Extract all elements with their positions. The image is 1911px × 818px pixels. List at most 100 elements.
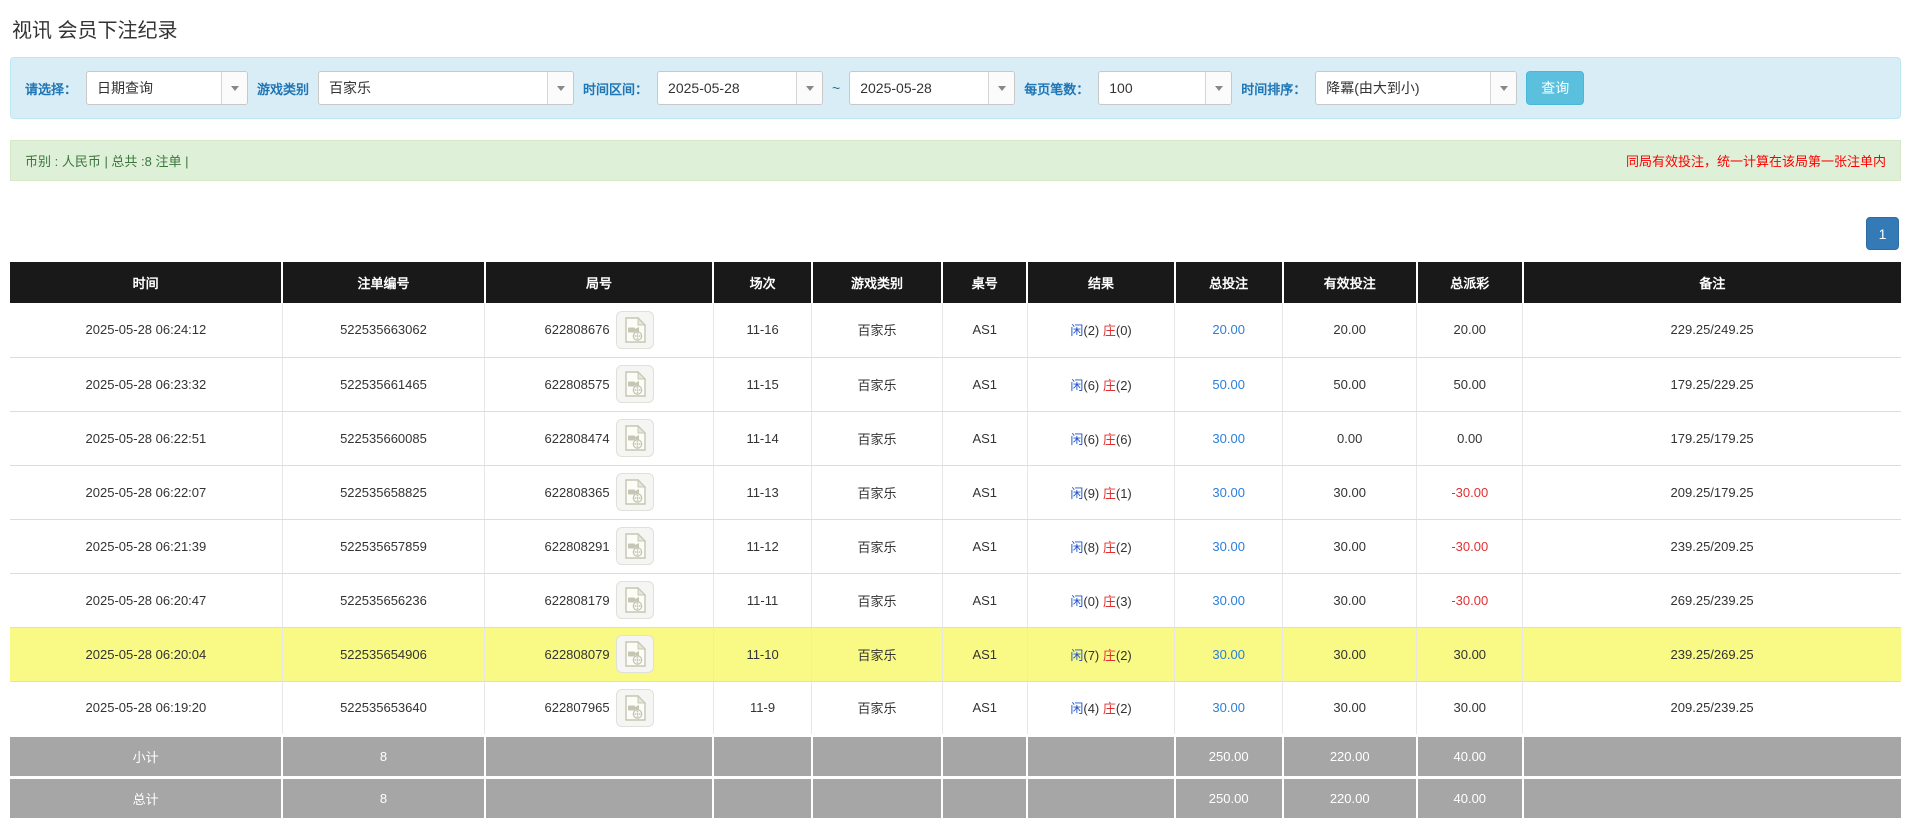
video-replay-button[interactable] <box>616 635 654 673</box>
total-bet-cell: 20.00 <box>1175 303 1283 357</box>
note-cell: 179.25/229.25 <box>1523 357 1901 411</box>
result-cell: 闲(6) 庄(2) <box>1027 357 1174 411</box>
table-no-cell: AS1 <box>942 357 1027 411</box>
video-replay-button[interactable] <box>616 581 654 619</box>
summary-label-cell: 小计 <box>10 735 282 777</box>
video-file-icon <box>624 695 646 721</box>
total-bet-cell: 30.00 <box>1175 681 1283 735</box>
time-cell: 2025-05-28 06:23:32 <box>10 357 282 411</box>
summary-empty-cell <box>942 777 1027 818</box>
table-row: 2025-05-28 06:21:39522535657859622808291… <box>10 519 1901 573</box>
round-id-text: 622807965 <box>544 700 609 715</box>
valid-bet-notice-text: 同局有效投注，统一计算在该局第一张注单内 <box>1626 151 1886 170</box>
time-cell: 2025-05-28 06:24:12 <box>10 303 282 357</box>
video-replay-button[interactable] <box>616 473 654 511</box>
player-result: 闲 <box>1070 486 1083 501</box>
chevron-down-icon[interactable] <box>988 72 1014 104</box>
total-bet-link[interactable]: 30.00 <box>1212 593 1245 608</box>
select-type-dropdown[interactable]: 日期查询 <box>86 71 248 105</box>
summary-total-bet-cell: 250.00 <box>1175 735 1283 777</box>
summary-row: 总计8250.00220.0040.00 <box>10 777 1901 818</box>
chevron-down-icon[interactable] <box>221 72 247 104</box>
video-replay-button[interactable] <box>616 527 654 565</box>
session-cell: 11-15 <box>713 357 811 411</box>
select-type-label: 请选择： <box>25 79 77 98</box>
date-from-value: 2025-05-28 <box>658 72 796 104</box>
column-header: 有效投注 <box>1283 262 1417 303</box>
currency-summary-text: 币别 : 人民币 | 总共 :8 注单 | <box>25 151 189 170</box>
table-no-cell: AS1 <box>942 627 1027 681</box>
note-cell: 239.25/269.25 <box>1523 627 1901 681</box>
chevron-down-icon[interactable] <box>547 72 573 104</box>
valid-bet-cell: 30.00 <box>1283 573 1417 627</box>
summary-row: 小计8250.00220.0040.00 <box>10 735 1901 777</box>
summary-payout-cell: 40.00 <box>1417 777 1523 818</box>
banker-result: 庄 <box>1103 701 1116 716</box>
video-replay-button[interactable] <box>616 689 654 727</box>
query-button[interactable]: 查询 <box>1526 71 1584 105</box>
player-result: 闲 <box>1070 323 1083 338</box>
banker-result: 庄 <box>1103 594 1116 609</box>
note-cell: 269.25/239.25 <box>1523 573 1901 627</box>
page-size-value: 100 <box>1099 72 1205 104</box>
date-to-picker[interactable]: 2025-05-28 <box>849 71 1015 105</box>
chevron-down-icon[interactable] <box>796 72 822 104</box>
bet-id-cell: 522535654906 <box>282 627 484 681</box>
total-bet-link[interactable]: 30.00 <box>1212 485 1245 500</box>
game-type-cell: 百家乐 <box>812 681 942 735</box>
total-bet-link[interactable]: 30.00 <box>1212 539 1245 554</box>
chevron-down-icon[interactable] <box>1205 72 1231 104</box>
round-id-cell: 622808079 <box>485 627 714 681</box>
date-to-value: 2025-05-28 <box>850 72 988 104</box>
round-id-text: 622808179 <box>544 593 609 608</box>
banker-result: 庄 <box>1103 648 1116 663</box>
total-bet-link[interactable]: 30.00 <box>1212 647 1245 662</box>
game-type-cell: 百家乐 <box>812 519 942 573</box>
column-header: 时间 <box>10 262 282 303</box>
table-row: 2025-05-28 06:24:12522535663062622808676… <box>10 303 1901 357</box>
bet-id-cell: 522535658825 <box>282 465 484 519</box>
table-no-cell: AS1 <box>942 411 1027 465</box>
chevron-down-icon[interactable] <box>1490 72 1516 104</box>
banker-result: 庄 <box>1103 378 1116 393</box>
time-cell: 2025-05-28 06:20:04 <box>10 627 282 681</box>
round-id-cell: 622808179 <box>485 573 714 627</box>
note-cell: 209.25/239.25 <box>1523 681 1901 735</box>
banker-result: 庄 <box>1103 323 1116 338</box>
video-replay-button[interactable] <box>616 365 654 403</box>
sort-order-label: 时间排序： <box>1241 79 1306 98</box>
table-row: 2025-05-28 06:22:51522535660085622808474… <box>10 411 1901 465</box>
bet-id-cell: 522535661465 <box>282 357 484 411</box>
game-type-cell: 百家乐 <box>812 303 942 357</box>
result-cell: 闲(0) 庄(3) <box>1027 573 1174 627</box>
summary-empty-cell <box>942 735 1027 777</box>
total-bet-link[interactable]: 50.00 <box>1212 377 1245 392</box>
summary-empty-cell <box>812 777 942 818</box>
sort-order-dropdown[interactable]: 降冪(由大到小) <box>1315 71 1517 105</box>
total-bet-link[interactable]: 30.00 <box>1212 700 1245 715</box>
page-size-dropdown[interactable]: 100 <box>1098 71 1232 105</box>
time-cell: 2025-05-28 06:22:07 <box>10 465 282 519</box>
video-replay-button[interactable] <box>616 311 654 349</box>
banker-result: 庄 <box>1103 540 1116 555</box>
valid-bet-cell: 30.00 <box>1283 465 1417 519</box>
bet-records-table: 时间注单编号局号场次游戏类别桌号结果总投注有效投注总派彩备注 2025-05-2… <box>10 262 1901 818</box>
result-cell: 闲(4) 庄(2) <box>1027 681 1174 735</box>
date-from-picker[interactable]: 2025-05-28 <box>657 71 823 105</box>
table-no-cell: AS1 <box>942 681 1027 735</box>
video-file-icon <box>624 587 646 613</box>
page-number-button[interactable]: 1 <box>1866 217 1899 250</box>
sort-order-value: 降冪(由大到小) <box>1316 72 1490 104</box>
summary-empty-cell <box>485 735 714 777</box>
video-replay-button[interactable] <box>616 419 654 457</box>
summary-empty-cell <box>1027 777 1174 818</box>
table-row: 2025-05-28 06:20:04522535654906622808079… <box>10 627 1901 681</box>
time-cell: 2025-05-28 06:19:20 <box>10 681 282 735</box>
total-bet-cell: 30.00 <box>1175 465 1283 519</box>
total-bet-link[interactable]: 20.00 <box>1212 322 1245 337</box>
summary-empty-cell <box>1027 735 1174 777</box>
total-bet-link[interactable]: 30.00 <box>1212 431 1245 446</box>
game-type-dropdown[interactable]: 百家乐 <box>318 71 574 105</box>
table-body: 2025-05-28 06:24:12522535663062622808676… <box>10 303 1901 735</box>
valid-bet-cell: 50.00 <box>1283 357 1417 411</box>
